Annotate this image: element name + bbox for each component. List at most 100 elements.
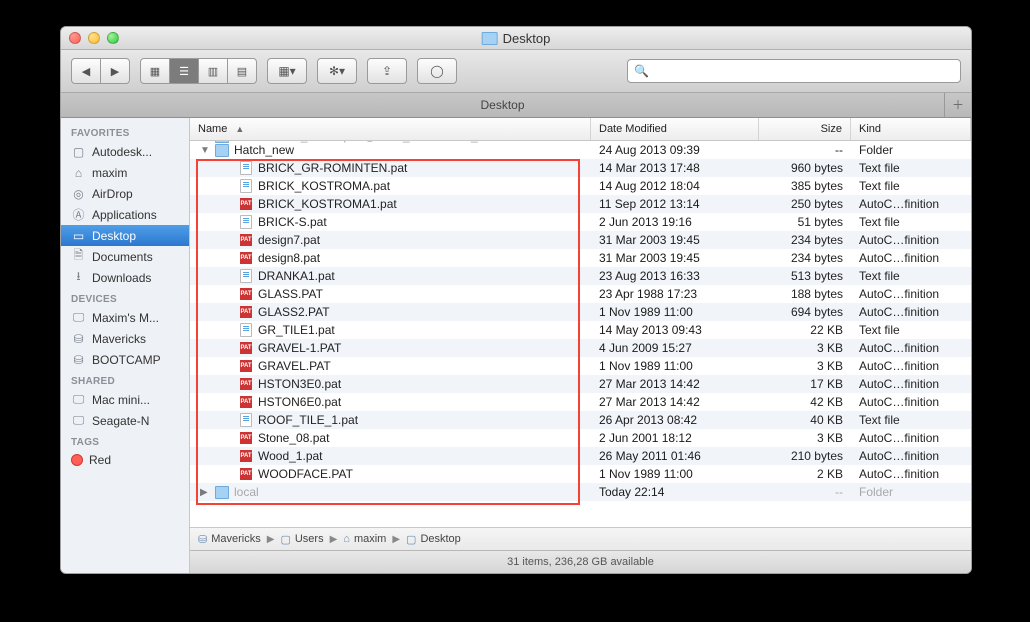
breadcrumb-separator: ▶ [267, 534, 275, 545]
sidebar-item-airdrop[interactable]: ◎AirDrop [61, 183, 189, 204]
table-row[interactable]: PATdesign8.pat31 Mar 2003 19:45234 bytes… [190, 249, 971, 267]
new-tab-button[interactable]: ＋ [944, 93, 971, 117]
table-row[interactable]: PATGRAVEL-1.PAT4 Jun 2009 15:273 KBAutoC… [190, 339, 971, 357]
table-row[interactable]: PATStone_08.pat2 Jun 2001 18:123 KBAutoC… [190, 429, 971, 447]
file-list[interactable]: Attachments_archexpert@bk.ru_2013-10-04_… [190, 141, 971, 527]
breadcrumb-users[interactable]: ▢Users [280, 533, 323, 546]
breadcrumb-mavericks[interactable]: ⛁Mavericks [198, 533, 261, 546]
table-row[interactable]: BRICK_GR-ROMINTEN.pat14 Mar 2013 17:4896… [190, 159, 971, 177]
pat-file-icon: PAT [239, 431, 253, 445]
sidebar-item-documents[interactable]: 🗎Documents [61, 246, 189, 267]
table-row[interactable]: PATHSTON3E0.pat27 Mar 2013 14:4217 KBAut… [190, 375, 971, 393]
file-kind-label: Folder [851, 143, 971, 157]
sidebar-item-maxim-s-m-[interactable]: 🖵Maxim's M... [61, 307, 189, 328]
file-name-label: HSTON6E0.pat [258, 395, 341, 409]
table-row[interactable]: DRANKA1.pat23 Aug 2013 16:33513 bytesTex… [190, 267, 971, 285]
table-row[interactable]: GR_TILE1.pat14 May 2013 09:4322 KBText f… [190, 321, 971, 339]
breadcrumb-label: Desktop [420, 533, 460, 545]
file-size-label: -- [759, 143, 851, 157]
table-row[interactable]: ▶localToday 22:14--Folder [190, 483, 971, 501]
view-columns-button[interactable]: ▥ [199, 59, 228, 83]
pat-file-icon: PAT [239, 197, 253, 211]
file-date-label: 4 Jun 2009 15:27 [591, 341, 759, 355]
table-row[interactable]: ROOF_TILE_1.pat26 Apr 2013 08:4240 KBTex… [190, 411, 971, 429]
sidebar-item-mac-mini-[interactable]: 🖵Mac mini... [61, 389, 189, 410]
col-header-name[interactable]: Name▲ [190, 118, 591, 140]
sidebar-item-label: Mac mini... [92, 393, 150, 407]
table-row[interactable]: BRICK-S.pat2 Jun 2013 19:1651 bytesText … [190, 213, 971, 231]
sidebar-item-desktop[interactable]: ▭Desktop [61, 225, 189, 246]
table-row[interactable]: PATGLASS2.PAT1 Nov 1989 11:00694 bytesAu… [190, 303, 971, 321]
sidebar-item-mavericks[interactable]: ⛁Mavericks [61, 328, 189, 349]
file-size-label: 694 bytes [759, 305, 851, 319]
table-row[interactable]: PATBRICK_KOSTROMA1.pat11 Sep 2012 13:142… [190, 195, 971, 213]
file-name-label: GLASS2.PAT [258, 305, 330, 319]
search-input[interactable] [654, 63, 954, 79]
disclosure-triangle[interactable]: ▼ [200, 145, 210, 156]
file-name-label: local [234, 485, 259, 499]
minimize-button[interactable] [88, 32, 100, 44]
file-size-label: 17 KB [759, 377, 851, 391]
file-kind-label: AutoC…finition [851, 449, 971, 463]
breadcrumb-desktop[interactable]: ▢Desktop [406, 533, 461, 546]
sidebar-item-red[interactable]: Red [61, 450, 189, 470]
breadcrumb-icon: ▢ [280, 533, 290, 546]
sidebar-item-label: maxim [92, 166, 127, 180]
table-row[interactable]: PATGLASS.PAT23 Apr 1988 17:23188 bytesAu… [190, 285, 971, 303]
docs-icon: 🗎 [71, 249, 86, 264]
col-header-size[interactable]: Size [759, 118, 851, 140]
back-button[interactable]: ◀ [72, 59, 101, 83]
sidebar-item-autodesk-[interactable]: ▢Autodesk... [61, 141, 189, 162]
table-row[interactable]: PATWOODFACE.PAT1 Nov 1989 11:002 KBAutoC… [190, 465, 971, 483]
sidebar-item-maxim[interactable]: ⌂maxim [61, 162, 189, 183]
arrange-menu-button[interactable]: ▦▾ [267, 58, 307, 84]
close-button[interactable] [69, 32, 81, 44]
file-date-label: 23 Aug 2013 16:33 [591, 269, 759, 283]
table-row[interactable]: PATdesign7.pat31 Mar 2003 19:45234 bytes… [190, 231, 971, 249]
file-size-label: 42 KB [759, 395, 851, 409]
sidebar-item-label: AirDrop [92, 187, 133, 201]
file-name-label: Attachments_archexpert@bk.ru_2013-10-04_… [234, 141, 526, 143]
share-button[interactable]: ⇪ [367, 58, 407, 84]
col-header-date[interactable]: Date Modified [591, 118, 759, 140]
col-header-kind[interactable]: Kind [851, 118, 971, 140]
search-field[interactable]: 🔍 [627, 59, 961, 83]
file-date-label: 23 Apr 1988 17:23 [591, 287, 759, 301]
action-menu-button[interactable]: ✻▾ [317, 58, 357, 84]
sidebar-item-downloads[interactable]: ⭳Downloads [61, 267, 189, 288]
titlebar[interactable]: Desktop [61, 27, 971, 50]
pat-file-icon: PAT [239, 395, 253, 409]
file-date-label: 11 Sep 2012 13:14 [591, 197, 759, 211]
tab-desktop[interactable]: Desktop [61, 93, 944, 117]
pat-file-icon: PAT [239, 359, 253, 373]
view-coverflow-button[interactable]: ▤ [228, 59, 256, 83]
view-list-button[interactable]: ☰ [170, 59, 199, 83]
folder-icon [215, 485, 229, 499]
sidebar-item-seagate-n[interactable]: 🖵Seagate-N [61, 410, 189, 431]
path-bar: ⛁Mavericks▶▢Users▶⌂maxim▶▢Desktop [190, 527, 971, 550]
file-date-label: 26 Apr 2013 08:42 [591, 413, 759, 427]
forward-button[interactable]: ▶ [101, 59, 129, 83]
tags-button[interactable]: ◯ [417, 58, 457, 84]
sidebar-item-label: Autodesk... [92, 145, 152, 159]
table-row[interactable]: PATGRAVEL.PAT1 Nov 1989 11:003 KBAutoC…f… [190, 357, 971, 375]
text-file-icon [239, 215, 253, 229]
table-row[interactable]: BRICK_KOSTROMA.pat14 Aug 2012 18:04385 b… [190, 177, 971, 195]
disk-icon: ⛁ [71, 331, 86, 346]
table-row[interactable]: PATWood_1.pat26 May 2011 01:46210 bytesA… [190, 447, 971, 465]
view-icon-button[interactable]: ▦ [141, 59, 170, 83]
sidebar-item-bootcamp[interactable]: ⛁BOOTCAMP [61, 349, 189, 370]
disclosure-triangle[interactable]: ▶ [200, 487, 210, 498]
file-name-label: BRICK-S.pat [258, 215, 327, 229]
breadcrumb-maxim[interactable]: ⌂maxim [343, 533, 386, 545]
file-kind-label: AutoC…finition [851, 287, 971, 301]
file-size-label: 513 bytes [759, 269, 851, 283]
file-kind-label: AutoC…finition [851, 359, 971, 373]
table-row[interactable]: PATHSTON6E0.pat27 Mar 2013 14:4242 KBAut… [190, 393, 971, 411]
file-size-label: 250 bytes [759, 197, 851, 211]
file-date-label: Today 22:14 [591, 485, 759, 499]
table-row[interactable]: Attachments_archexpert@bk.ru_2013-10-04_… [190, 141, 971, 145]
file-size-label: 234 bytes [759, 251, 851, 265]
zoom-button[interactable] [107, 32, 119, 44]
sidebar-item-applications[interactable]: ⒶApplications [61, 204, 189, 225]
